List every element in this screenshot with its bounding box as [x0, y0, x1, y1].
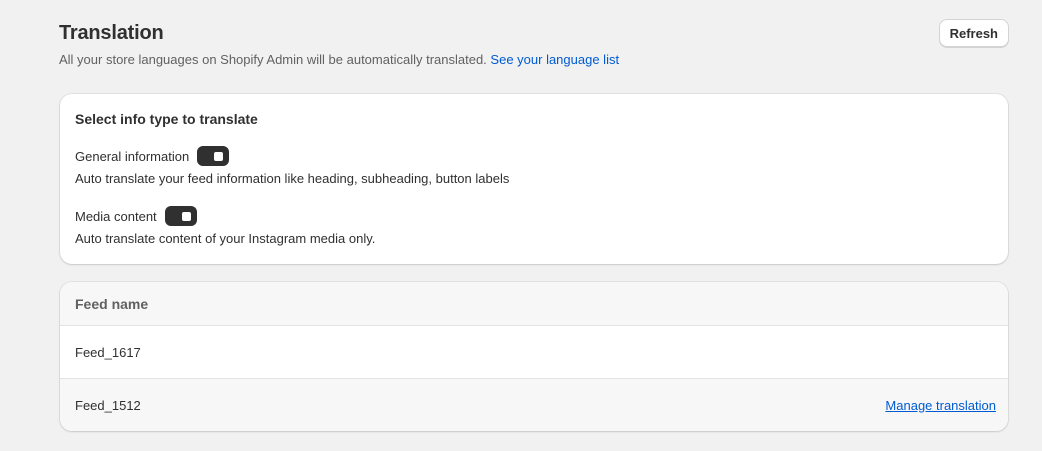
subtitle-text: All your store languages on Shopify Admi…: [59, 52, 487, 67]
feeds-table-card: Feed name Feed_1617 Feed_1512 Manage tra…: [60, 282, 1008, 431]
table-row: Feed_1617: [60, 326, 1008, 378]
feed-name-column-header: Feed name: [60, 282, 1008, 326]
general-information-row: General information: [75, 145, 993, 167]
media-content-toggle[interactable]: [164, 206, 197, 226]
page-header: Translation All your store languages on …: [59, 20, 1009, 68]
language-list-link[interactable]: See your language list: [490, 52, 619, 67]
settings-heading: Select info type to translate: [75, 111, 258, 127]
media-content-help: Auto translate content of your Instagram…: [75, 231, 376, 246]
toggle-knob: [181, 212, 191, 221]
general-information-label: General information: [75, 148, 190, 164]
general-information-toggle[interactable]: [197, 146, 230, 166]
refresh-button[interactable]: Refresh: [938, 19, 1009, 47]
table-row: Feed_1512 Manage translation: [60, 378, 1008, 431]
manage-translation-link[interactable]: Manage translation: [885, 398, 996, 413]
general-information-help: Auto translate your feed information lik…: [75, 171, 510, 186]
page-subtitle: All your store languages on Shopify Admi…: [59, 52, 1009, 68]
media-content-row: Media content: [75, 205, 993, 227]
media-content-label: Media content: [75, 208, 157, 224]
translation-page: Translation All your store languages on …: [0, 0, 1042, 451]
page-title: Translation: [59, 22, 164, 44]
feed-name: Feed_1617: [75, 344, 141, 360]
feed-name: Feed_1512: [75, 397, 141, 413]
translate-settings-card: Select info type to translate General in…: [60, 94, 1008, 264]
toggle-knob: [214, 152, 224, 161]
